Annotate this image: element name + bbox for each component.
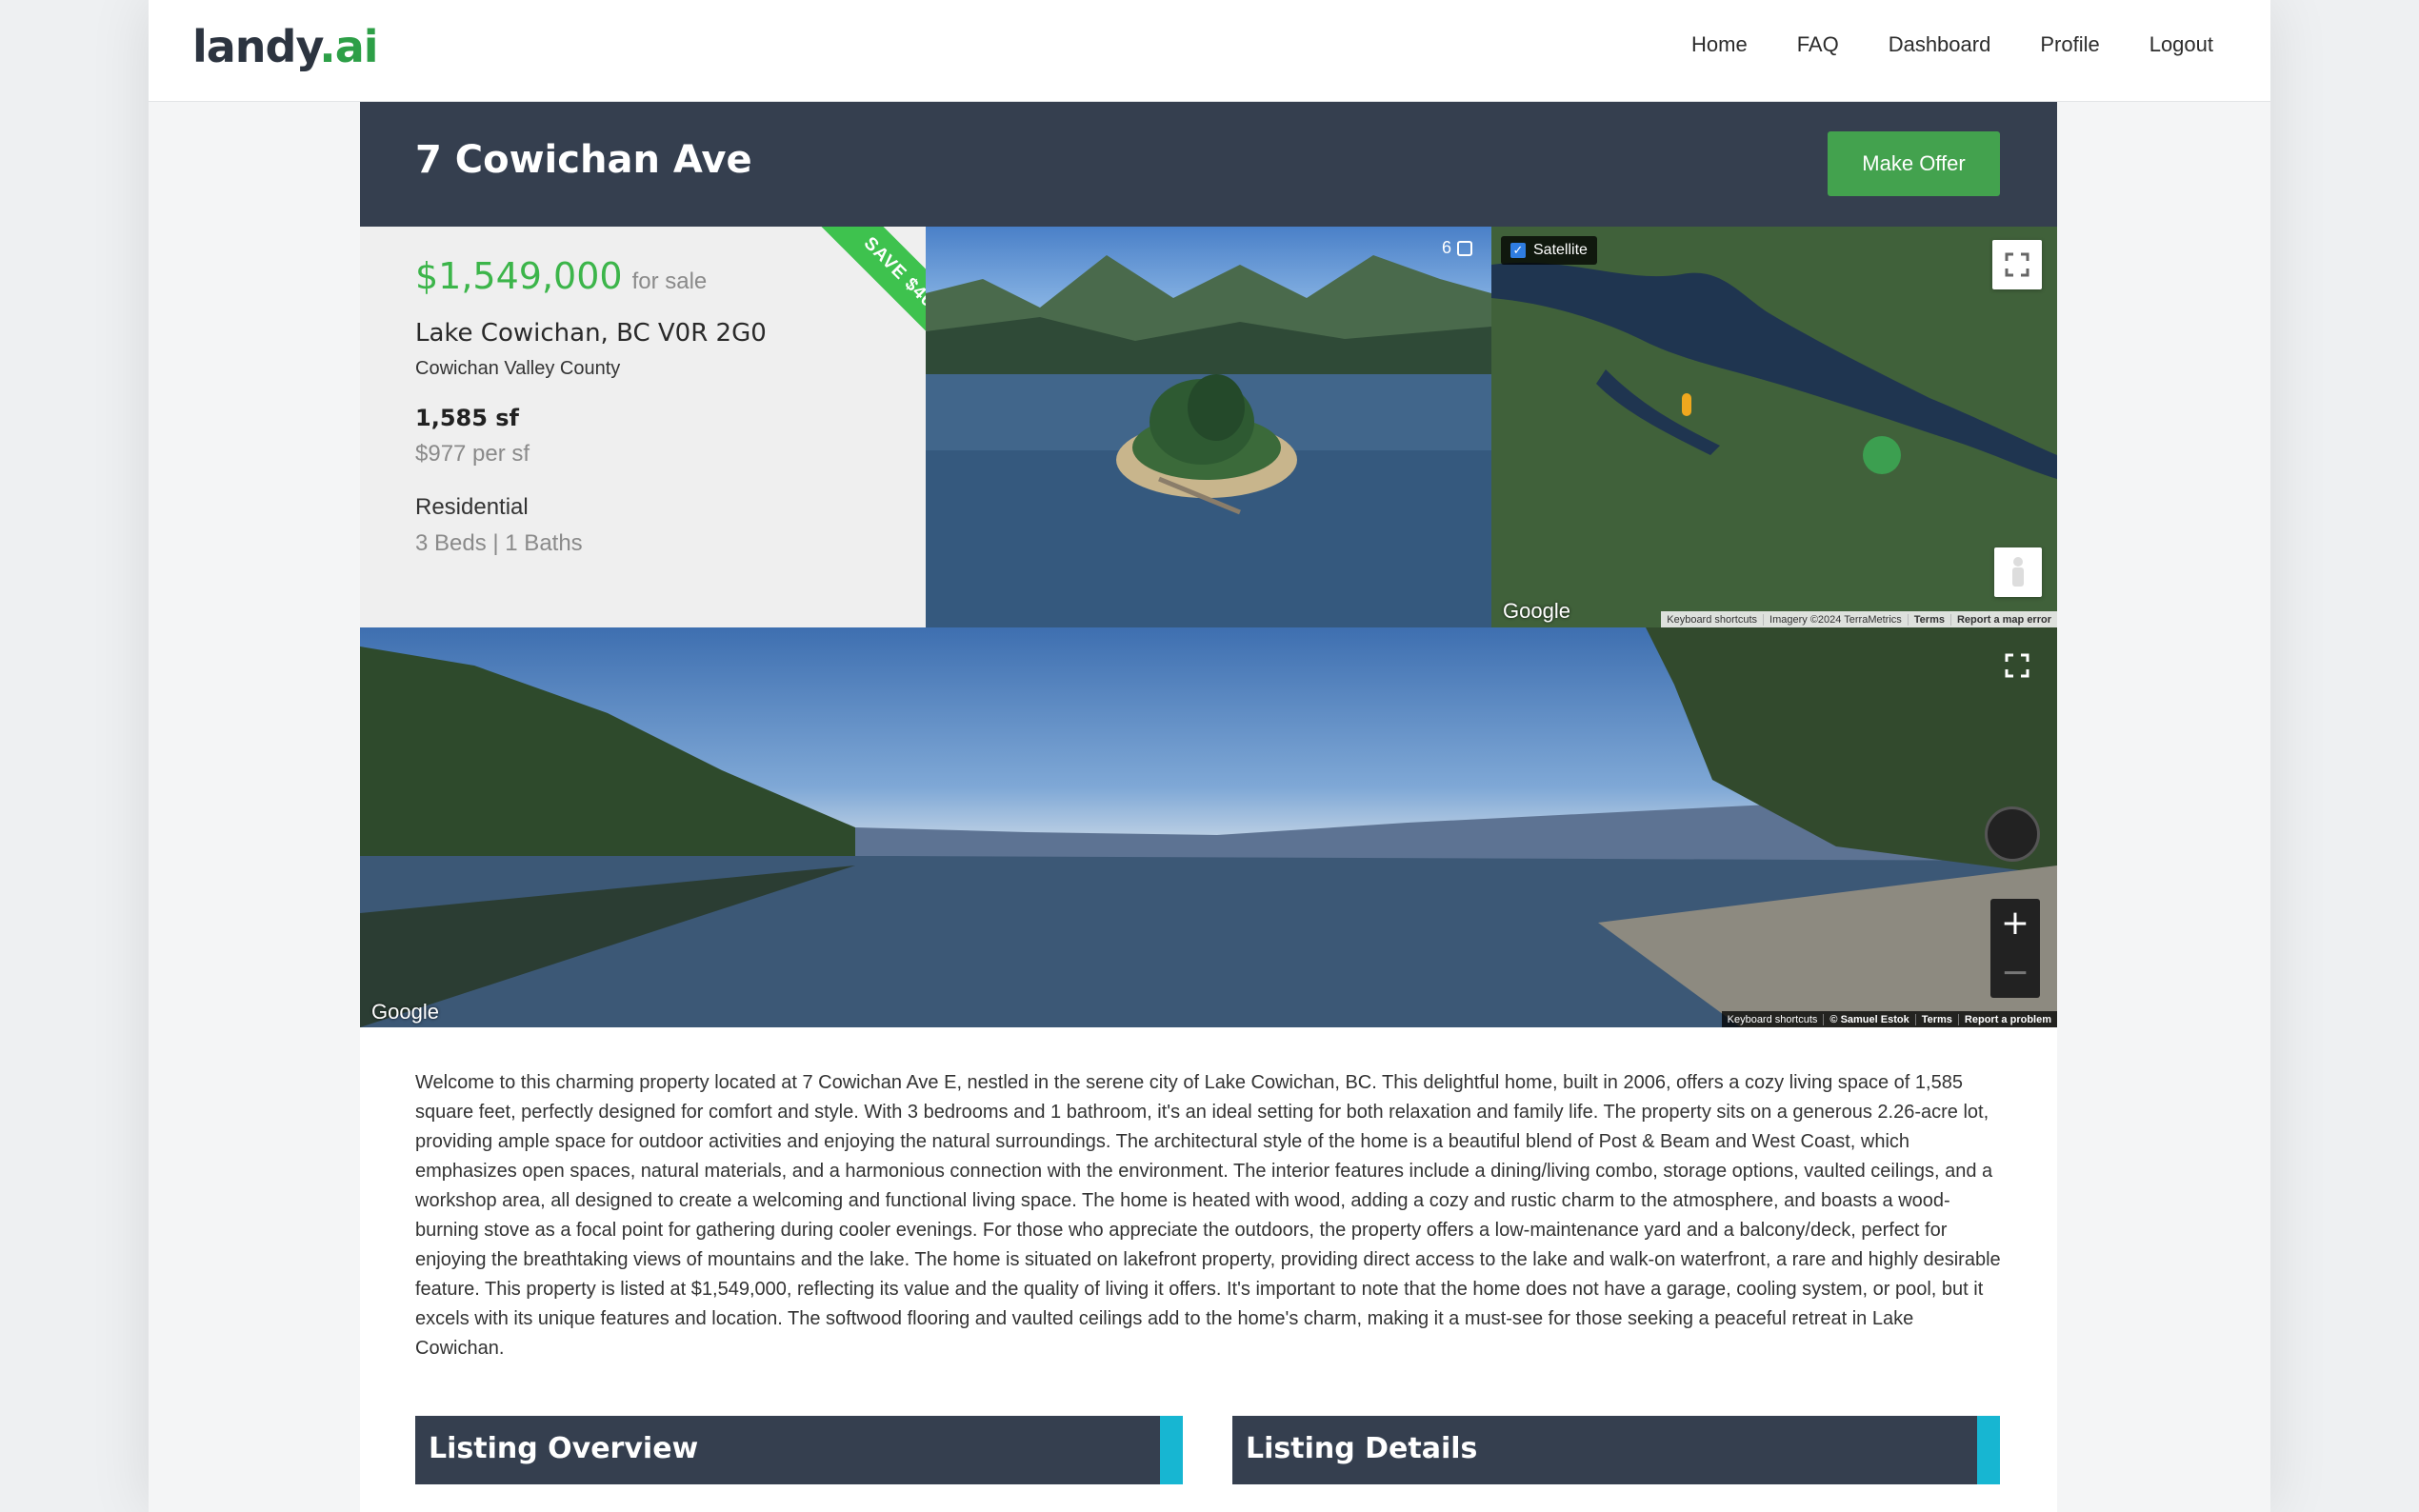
map-attribution: Keyboard shortcuts Imagery ©2024 TerraMe… [1661, 611, 2057, 627]
sv-keyboard-shortcuts-link[interactable]: Keyboard shortcuts [1722, 1014, 1824, 1025]
nav-home-link[interactable]: Home [1691, 32, 1748, 57]
property-type: Residential [415, 494, 529, 520]
listing-overview-header: Listing Overview [415, 1416, 1183, 1484]
street-view-image [360, 627, 2057, 1027]
gallery-icon [1457, 240, 1472, 256]
google-logo: Google [371, 1000, 439, 1024]
listing-summary-panel: $1,549,000 for sale Lake Cowichan, BC V0R… [360, 227, 926, 627]
price-line: $1,549,000 for sale [415, 255, 707, 297]
nav-links: Home FAQ Dashboard Profile Logout [1691, 32, 2213, 57]
zoom-out-button[interactable]: − [1990, 948, 2040, 998]
listing-area: 1,585 sf [415, 405, 519, 431]
nav-faq-link[interactable]: FAQ [1797, 32, 1839, 57]
listing-address: Lake Cowichan, BC V0R 2G0 [415, 319, 767, 348]
top-navbar: landy.ai Home FAQ Dashboard Profile Logo… [149, 0, 2270, 102]
satellite-imagery [1491, 227, 2057, 627]
logo[interactable]: landy.ai [192, 21, 379, 72]
satellite-label: Satellite [1533, 242, 1588, 258]
lake-island-image [926, 255, 1491, 627]
listing-details-title: Listing Details [1246, 1432, 1478, 1465]
listing-status: for sale [631, 269, 708, 294]
street-view-attribution: Keyboard shortcuts © Samuel Estok Terms … [1721, 1011, 2057, 1027]
nav-logout-link[interactable]: Logout [2149, 32, 2213, 57]
photo-count: 6 [1441, 238, 1451, 257]
pegman-icon [2012, 557, 2024, 587]
pegman-button[interactable] [1994, 547, 2042, 597]
listing-title: 7 Cowichan Ave [415, 138, 752, 182]
satellite-toggle[interactable]: ✓ Satellite [1501, 236, 1597, 265]
street-view-zoom-control: + − [1990, 899, 2040, 998]
map-terms-link[interactable]: Terms [1907, 613, 1950, 626]
make-offer-button[interactable]: Make Offer [1828, 131, 2000, 196]
price-per-sf: $977 per sf [415, 441, 530, 467]
satellite-checkbox-icon[interactable]: ✓ [1510, 243, 1526, 258]
report-problem-link[interactable]: Report a problem [1957, 1013, 2057, 1025]
satellite-map[interactable]: ✓ Satellite Google Keyboard shortcuts Im… [1491, 227, 2057, 627]
listing-title-bar: 7 Cowichan Ave Make Offer [360, 102, 2057, 227]
street-view-panorama[interactable]: + − Google Keyboard shortcuts © Samuel E… [360, 627, 2057, 1027]
listing-details-header: Listing Details [1232, 1416, 2000, 1484]
beds-baths: 3 Beds | 1 Baths [415, 530, 583, 556]
savings-ribbon: SAVE $46,470 [795, 227, 926, 404]
listing-card: 7 Cowichan Ave Make Offer $1,549,000 for … [360, 102, 2057, 1512]
logo-main: landy [192, 21, 320, 72]
logo-tld: .ai [319, 21, 378, 72]
report-map-error-link[interactable]: Report a map error [1949, 613, 2057, 626]
listing-overview-title: Listing Overview [429, 1432, 699, 1465]
photo-counter[interactable]: 6 [1442, 238, 1472, 258]
map-imagery-credit: Imagery ©2024 TerraMetrics [1763, 613, 1908, 626]
nav-dashboard-link[interactable]: Dashboard [1889, 32, 1991, 57]
sv-photo-credit: © Samuel Estok [1823, 1013, 1914, 1025]
street-view-fullscreen-button[interactable] [1992, 641, 2042, 690]
map-keyboard-shortcuts-link[interactable]: Keyboard shortcuts [1661, 614, 1763, 626]
map-fullscreen-button[interactable] [1992, 240, 2042, 289]
google-logo: Google [1503, 599, 1570, 623]
listing-photo[interactable]: 6 [926, 227, 1491, 627]
listing-description: Welcome to this charming property locate… [415, 1072, 2001, 1359]
fullscreen-icon [2005, 653, 2029, 678]
listing-price: $1,549,000 [415, 255, 623, 297]
sv-terms-link[interactable]: Terms [1914, 1013, 1958, 1025]
compass-icon[interactable] [1985, 806, 2040, 862]
nav-profile-link[interactable]: Profile [2040, 32, 2099, 57]
zoom-in-button[interactable]: + [1990, 899, 2040, 948]
fullscreen-icon [2005, 252, 2029, 277]
page: landy.ai Home FAQ Dashboard Profile Logo… [149, 0, 2270, 1512]
listing-county: Cowichan Valley County [415, 358, 621, 379]
